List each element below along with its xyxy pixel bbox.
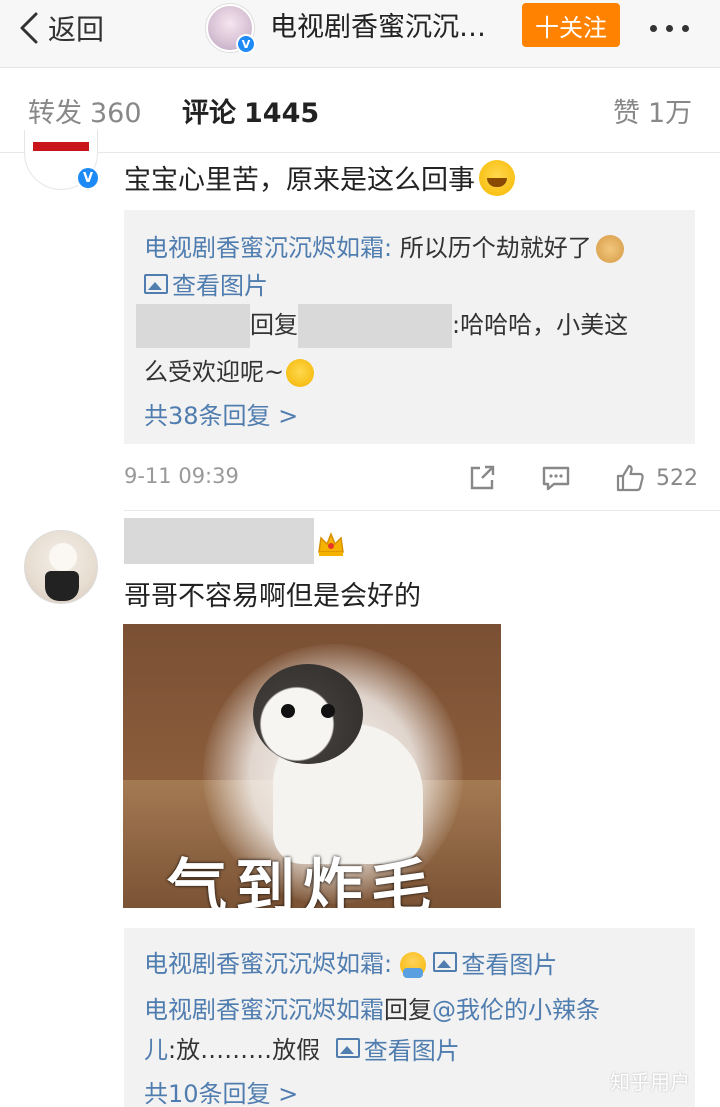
view-image-label: 查看图片: [461, 950, 558, 979]
reply-author-link[interactable]: 电视剧香蜜沉沉烬如霜:: [144, 234, 392, 262]
comment-icon[interactable]: [540, 462, 572, 494]
chevron-left-icon: [20, 12, 38, 44]
avatar-figure-body: [45, 571, 79, 601]
image-icon: [433, 952, 458, 972]
more-replies-link[interactable]: 共38条回复 >: [144, 396, 298, 431]
like-count: 522: [656, 465, 698, 491]
follow-button[interactable]: 十关注: [522, 3, 620, 47]
view-image-link[interactable]: 查看图片: [144, 266, 268, 301]
thumbs-up-icon: [616, 464, 644, 492]
shy-emoji-icon: [286, 359, 315, 387]
comment-meta: 9-11 09:39 522: [124, 462, 698, 496]
brand-logo-icon: [33, 142, 89, 151]
tab-bar: 转发 360 评论 1445 赞 1万: [0, 69, 720, 153]
laugh-cry-emoji-icon: [479, 159, 515, 196]
view-image-label: 查看图片: [363, 1036, 460, 1065]
crown-badge-icon: [318, 531, 344, 556]
view-image-link[interactable]: 查看图片: [335, 1031, 460, 1066]
back-label: 返回: [48, 13, 105, 46]
top-nav-bar: 返回 V 电视剧香蜜沉沉… 十关注: [0, 0, 720, 68]
commenter-avatar[interactable]: [24, 530, 98, 604]
person-emoji-icon: [399, 952, 426, 978]
more-icon[interactable]: [650, 8, 689, 48]
comment-time: 9-11 09:39: [124, 464, 239, 488]
tab-repost[interactable]: 转发 360: [28, 91, 142, 130]
tab-repost-count: 360: [90, 98, 142, 129]
view-image-label: 查看图片: [172, 272, 268, 300]
reply-text: 么受欢迎呢~: [144, 358, 285, 386]
watermark: 知乎用户: [610, 1070, 690, 1094]
view-image-link[interactable]: 查看图片: [433, 945, 557, 980]
verified-badge-icon: V: [76, 166, 100, 190]
image-icon: [144, 273, 168, 294]
tab-comments-label: 评论: [182, 98, 236, 129]
comment-text: 宝宝心里苦，原来是这么回事: [124, 158, 515, 197]
reply-line: 电视剧香蜜沉沉烬如霜回复@我伦的小辣条: [144, 990, 600, 1025]
reply-line: 电视剧香蜜沉沉烬如霜: 查看图片: [144, 944, 557, 980]
cat-eye: [321, 704, 335, 718]
reply-author-link[interactable]: 电视剧香蜜沉沉烬如霜: [144, 996, 384, 1024]
tab-comments-count: 1445: [244, 98, 320, 129]
comment-image[interactable]: 气到炸毛: [123, 624, 501, 908]
cat-eye: [281, 704, 295, 718]
reply-text: :哈哈哈，小美这: [452, 311, 629, 339]
account-avatar[interactable]: V: [206, 4, 256, 54]
image-caption: 气到炸毛: [167, 853, 439, 908]
comment-text-content: 宝宝心里苦，原来是这么回事: [124, 165, 475, 196]
reply-line-continued: 么受欢迎呢~: [144, 352, 315, 387]
redacted-username[interactable]: [124, 518, 314, 564]
reply-text: :放………放假: [168, 1036, 321, 1064]
reply-word: 回复: [384, 996, 432, 1024]
reply-preview-box[interactable]: 电视剧香蜜沉沉烬如霜: 所以历个劫就好了 查看图片 回复 :哈哈哈，小美这 么受欢…: [124, 210, 695, 444]
tab-likes-count: 1万: [648, 98, 693, 129]
reply-line-continued: 儿:放………放假 查看图片: [144, 1030, 460, 1066]
tab-comments[interactable]: 评论 1445: [182, 91, 319, 130]
back-button[interactable]: 返回: [18, 8, 104, 48]
tab-repost-label: 转发: [28, 98, 82, 129]
account-title[interactable]: 电视剧香蜜沉沉…: [270, 8, 510, 48]
avatar-figure-head: [49, 543, 77, 571]
mention-link-cont[interactable]: 儿: [144, 1036, 168, 1064]
reply-author-link[interactable]: 电视剧香蜜沉沉烬如霜:: [144, 950, 392, 978]
reply-word: 回复: [250, 311, 298, 339]
reply-line: 电视剧香蜜沉沉烬如霜: 所以历个劫就好了: [144, 228, 624, 263]
doge-emoji-icon: [595, 235, 624, 263]
mention-link[interactable]: @我伦的小辣条: [432, 996, 600, 1024]
redacted-username: [136, 304, 250, 348]
tab-likes-label: 赞: [613, 98, 640, 129]
reply-line: 回复 :哈哈哈，小美这: [136, 304, 628, 348]
reply-text: 所以历个劫就好了: [392, 234, 592, 262]
share-icon[interactable]: [466, 462, 498, 494]
image-icon: [335, 1038, 360, 1058]
more-replies-link[interactable]: 共10条回复 >: [144, 1074, 298, 1107]
tab-likes[interactable]: 赞 1万: [613, 91, 692, 130]
redacted-username: [298, 304, 452, 348]
verified-badge-icon: V: [236, 34, 256, 54]
like-button[interactable]: 522: [614, 462, 698, 494]
comment-text: 哥哥不容易啊但是会好的: [124, 581, 421, 612]
divider: [124, 510, 720, 511]
cat-head: [253, 664, 363, 764]
